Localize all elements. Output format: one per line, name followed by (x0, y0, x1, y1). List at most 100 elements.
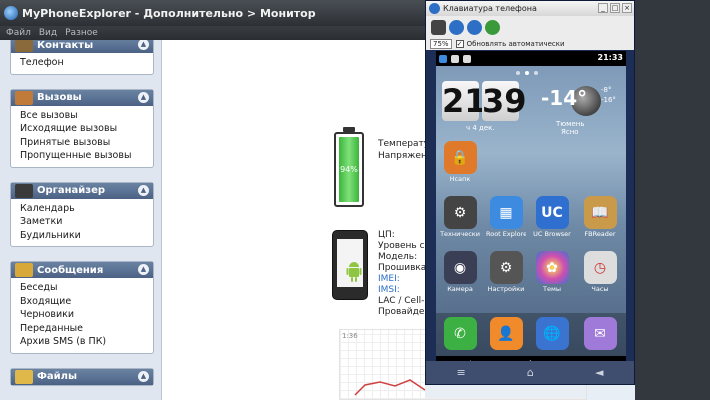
refresh-right-icon[interactable] (467, 19, 482, 35)
menu-file[interactable]: Файл (6, 28, 31, 38)
maximize-button[interactable]: □ (610, 3, 620, 13)
refresh-left-icon[interactable] (449, 19, 464, 35)
group-organizer: Органайзер ▲ Календарь Заметки Будильник… (10, 181, 154, 247)
app-icon (4, 6, 18, 20)
clock-app-icon: ◷ (583, 251, 617, 284)
status-time: 21:33 (597, 53, 623, 62)
app-tech[interactable]: ⚙ Технически (440, 196, 480, 238)
app-nsapk[interactable]: 🔒 Нсапк (440, 141, 480, 183)
phone-screen[interactable]: 21:33 21 39 -14° -8° -16° ч 4 дек. Тюмен… (436, 51, 626, 371)
phone-window-icon (429, 3, 440, 14)
contacts-icon (15, 40, 33, 52)
hw-back-icon[interactable]: ◄ (595, 366, 603, 379)
temperature: -14° (541, 86, 588, 110)
phone-options-bar: 75% ✓ Обновлять автоматически (426, 38, 634, 50)
screenshot-icon[interactable] (431, 19, 446, 35)
app-settings[interactable]: ⚙ Настройки (486, 251, 526, 293)
window-title: MyPhoneExplorer - Дополнительно > Монито… (22, 6, 316, 20)
dock-contacts[interactable]: 👤 (486, 317, 526, 350)
chevron-up-icon[interactable]: ▲ (138, 91, 149, 103)
reader-app-icon: 📖 (583, 196, 617, 229)
notification-icon (439, 54, 447, 63)
page-indicator (516, 71, 538, 75)
dock-browser[interactable]: 🌐 (532, 317, 572, 350)
sidebar-item-calendar[interactable]: Календарь (20, 202, 153, 216)
hw-menu-icon[interactable]: ≡ (457, 366, 466, 379)
group-header-files[interactable]: Файлы ▲ (11, 368, 153, 385)
dock-messaging[interactable]: ✉ (580, 317, 620, 350)
group-messages: Сообщения ▲ Беседы Входящие Черновики Пе… (10, 261, 154, 354)
battery-percent: 94% (339, 137, 359, 202)
sidebar-item-phone[interactable]: Телефон (20, 56, 153, 70)
imsi-link[interactable]: IMSI: (378, 285, 400, 295)
weather-city: Тюмень (556, 120, 585, 128)
group-header-organizer[interactable]: Органайзер ▲ (11, 182, 153, 199)
phone-hardware-keys: ≡ ⌂ ◄ (426, 361, 634, 384)
android-icon (346, 262, 362, 282)
phone-keyboard-window: Клавиатура телефона _ □ × 75% ✓ Обновлят… (425, 0, 635, 385)
minimize-button[interactable]: _ (598, 3, 608, 13)
app-camera[interactable]: ◉ Камера (440, 251, 480, 293)
phone-toolbar (426, 16, 634, 38)
hw-home-icon[interactable]: ⌂ (527, 366, 534, 379)
phone-image (332, 230, 368, 300)
app-themes[interactable]: ✿ Темы (532, 251, 572, 293)
clock-widget[interactable]: 21 39 (442, 81, 527, 121)
zoom-select[interactable]: 75% (430, 39, 452, 49)
signal-label: Уровень си (378, 241, 431, 251)
sidebar-item-alarms[interactable]: Будильники (20, 229, 153, 243)
imei-link[interactable]: IMEI: (378, 274, 400, 284)
chevron-up-icon[interactable]: ▲ (138, 264, 149, 275)
lock-app-icon: 🔒 (443, 141, 477, 174)
phone-window-title-bar: Клавиатура телефона _ □ × (426, 1, 634, 16)
explorer-app-icon: ▦ (489, 196, 523, 229)
chevron-up-icon[interactable]: ▲ (138, 40, 149, 50)
menu-misc[interactable]: Разное (65, 28, 98, 38)
dock-phone[interactable]: ✆ (440, 317, 480, 350)
app-clock[interactable]: ◷ Часы (580, 251, 620, 293)
camera-app-icon: ◉ (443, 251, 477, 284)
chevron-up-icon[interactable]: ▲ (138, 184, 149, 196)
phone-window-title: Клавиатура телефона (443, 4, 537, 13)
themes-app-icon: ✿ (535, 251, 569, 284)
group-header-calls[interactable]: Вызовы ▲ (11, 89, 153, 106)
organizer-icon (15, 183, 33, 198)
chevron-up-icon[interactable]: ▲ (138, 370, 149, 382)
sidebar-item-outgoing-calls[interactable]: Исходящие вызовы (20, 122, 153, 136)
weather-low: -16° (601, 96, 616, 104)
home-screen: 21 39 -14° -8° -16° ч 4 дек. Тюмень Ясно… (436, 66, 626, 356)
power-icon[interactable] (485, 19, 500, 35)
sidebar: Контакты ▲ Телефон Вызовы ▲ Все вызовы И… (0, 40, 162, 400)
group-header-messages[interactable]: Сообщения ▲ (11, 262, 153, 278)
sidebar-item-conversations[interactable]: Беседы (20, 281, 153, 295)
group-calls: Вызовы ▲ Все вызовы Исходящие вызовы При… (10, 88, 154, 168)
contacts-app-icon: 👤 (489, 317, 523, 350)
sidebar-item-missed-calls[interactable]: Пропущенные вызовы (20, 149, 153, 163)
desktop-background (635, 0, 710, 400)
sidebar-item-inbox[interactable]: Входящие (20, 295, 153, 309)
sidebar-item-received-calls[interactable]: Принятые вызовы (20, 136, 153, 150)
close-button[interactable]: × (622, 3, 632, 13)
menu-bar: Файл Вид Разное (0, 26, 425, 40)
sidebar-item-notes[interactable]: Заметки (20, 215, 153, 229)
group-contacts: Контакты ▲ Телефон (10, 40, 154, 75)
app-root-explorer[interactable]: ▦ Root Explorer (486, 196, 526, 238)
sidebar-item-sms-archive[interactable]: Архив SMS (в ПК) (20, 335, 153, 349)
auto-update-checkbox[interactable]: ✓ (455, 40, 464, 48)
group-header-contacts[interactable]: Контакты ▲ (11, 40, 153, 53)
cpu-label: ЦП: (378, 230, 395, 240)
phone-status-bar: 21:33 (436, 51, 626, 66)
auto-update-label: Обновлять автоматически (466, 40, 565, 48)
app-uc-browser[interactable]: UC UC Browser (532, 196, 572, 238)
shield-icon (451, 54, 459, 63)
weather-desc: Ясно (561, 128, 579, 136)
dock: ✆ 👤 🌐 ✉ (436, 313, 626, 356)
sidebar-item-all-calls[interactable]: Все вызовы (20, 109, 153, 123)
messaging-app-icon: ✉ (583, 317, 617, 350)
weather-high: -8° (601, 86, 612, 94)
menu-view[interactable]: Вид (39, 28, 57, 38)
model-label: Модель: (378, 252, 418, 262)
sidebar-item-drafts[interactable]: Черновики (20, 308, 153, 322)
app-fbreader[interactable]: 📖 FBReader (580, 196, 620, 238)
sidebar-item-sent[interactable]: Переданные (20, 322, 153, 336)
